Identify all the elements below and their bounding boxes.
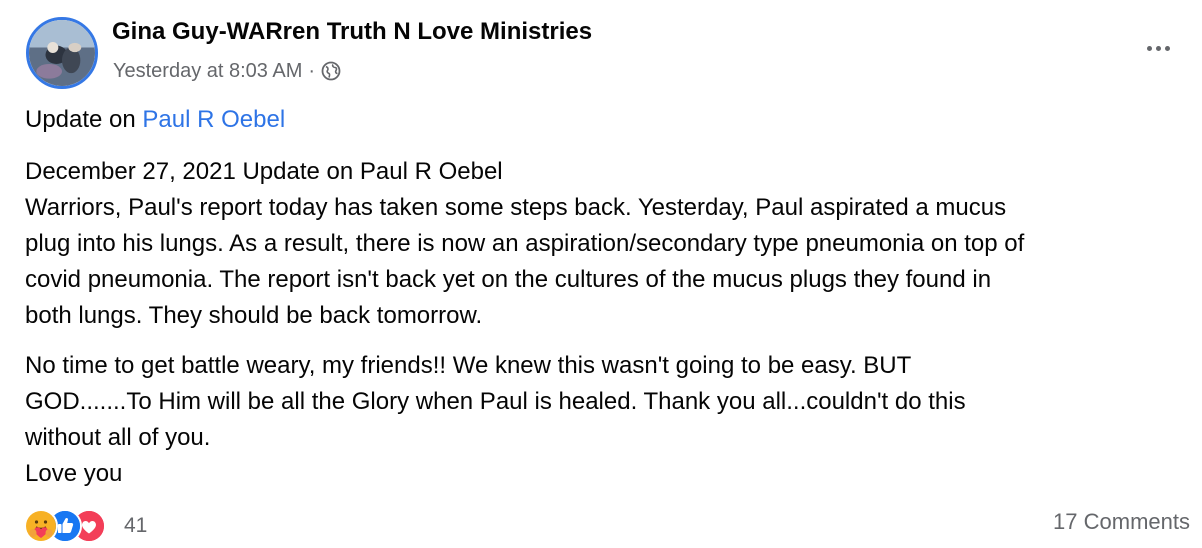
text-line: Warriors, Paul's report today has taken … bbox=[25, 194, 1007, 221]
author-avatar[interactable] bbox=[26, 17, 98, 89]
post-content: Update on Paul R Oebel December 27, 2021… bbox=[25, 102, 1190, 492]
text-line: GOD.......To Him will be all the Glory w… bbox=[25, 388, 966, 415]
reactions-summary[interactable]: 41 bbox=[24, 508, 147, 544]
text-line: No time to get battle weary, my friends!… bbox=[25, 352, 912, 379]
text-line: both lungs. They should be back tomorrow… bbox=[25, 302, 483, 329]
comments-count-link[interactable]: 17 Comments bbox=[1053, 509, 1190, 535]
post-timestamp[interactable]: Yesterday at 8:03 AM bbox=[113, 60, 302, 83]
meta-separator: · bbox=[308, 59, 316, 82]
facebook-post: Gina Guy-WARren Truth N Love Ministries … bbox=[0, 0, 1202, 548]
care-reaction-icon bbox=[24, 509, 58, 543]
text-line: Love you bbox=[25, 460, 123, 487]
text-line: plug into his lungs. As a result, there … bbox=[25, 230, 1025, 257]
text-line: covid pneumonia. The report isn't back y… bbox=[25, 266, 992, 293]
reaction-count: 41 bbox=[124, 514, 148, 537]
avatar-image bbox=[29, 20, 95, 86]
globe-icon[interactable] bbox=[321, 61, 341, 81]
intro-text: Update on bbox=[25, 106, 143, 133]
author-name[interactable]: Gina Guy-WARren Truth N Love Ministries bbox=[112, 18, 592, 46]
post-paragraph-closing: No time to get battle weary, my friends!… bbox=[25, 348, 1190, 492]
more-options-icon[interactable] bbox=[1136, 36, 1180, 60]
text-line: without all of you. bbox=[25, 424, 211, 451]
mention-link[interactable]: Paul R Oebel bbox=[142, 106, 285, 133]
post-paragraph-update: December 27, 2021 Update on Paul R Oebel… bbox=[25, 154, 1190, 334]
post-intro: Update on Paul R Oebel bbox=[25, 102, 1190, 138]
post-meta: Yesterday at 8:03 AM · bbox=[113, 59, 341, 83]
text-line: December 27, 2021 Update on Paul R Oebel bbox=[25, 158, 503, 185]
